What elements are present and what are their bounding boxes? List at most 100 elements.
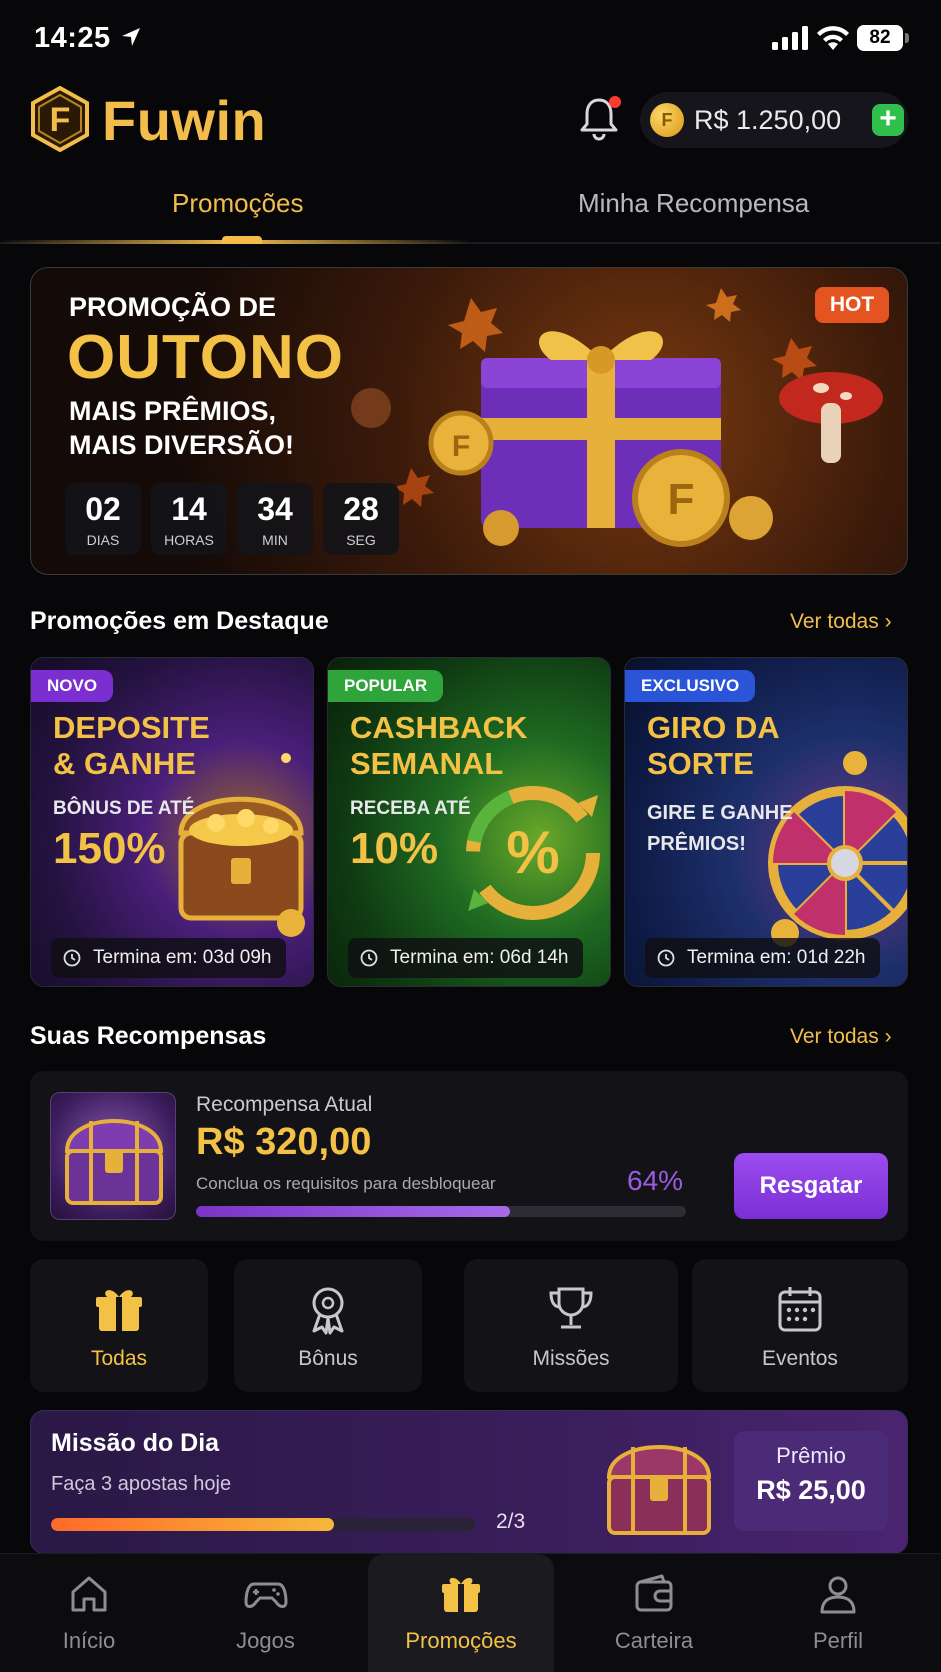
card-ends-timer: Termina em: 03d 09h xyxy=(51,938,286,978)
tab-active-indicator xyxy=(222,236,262,244)
bottom-navigation: Início Jogos Promoções Carteira Perfil xyxy=(0,1553,941,1672)
gift-icon xyxy=(96,1290,142,1331)
card-subtitle: RECEBA ATÉ xyxy=(350,798,471,819)
user-icon xyxy=(820,1576,856,1614)
reward-percent: 64% xyxy=(627,1165,684,1196)
svg-text:F: F xyxy=(452,430,470,463)
category-label: Todas xyxy=(90,1347,148,1370)
card-title: GIRO DA SORTE xyxy=(647,710,780,782)
countdown-minutes: 34 MIN xyxy=(237,483,313,555)
card-description: GIRE E GANHE PRÊMIOS! xyxy=(647,798,797,860)
treasure-chest-icon xyxy=(64,1119,164,1205)
category-bonus[interactable]: Bônus xyxy=(234,1259,422,1392)
daily-mission-card[interactable]: Missão do Dia Faça 3 apostas hoje 2/3 Pr… xyxy=(30,1410,908,1554)
mission-prize-box: Prêmio R$ 25,00 xyxy=(734,1431,888,1531)
card-ends-timer: Termina em: 06d 14h xyxy=(348,938,583,978)
card-description-line2: PRÊMIOS! xyxy=(647,833,746,855)
card-badge: POPULAR xyxy=(328,670,444,702)
card-subtitle: BÔNUS DE ATÉ xyxy=(53,798,195,819)
coin-icon: F xyxy=(650,103,684,137)
promo-card-deposite[interactable]: NOVO DEPOSITE & GANHE BÔNUS DE ATÉ 150% … xyxy=(30,657,314,987)
tab-minha-recompensa[interactable]: Minha Recompensa xyxy=(578,188,809,219)
nav-label: Jogos xyxy=(236,1628,295,1653)
tab-promocoes[interactable]: Promoções xyxy=(172,188,304,219)
category-missoes[interactable]: Missões xyxy=(464,1259,678,1392)
cellular-signal-icon xyxy=(772,26,808,50)
balance-amount: R$ 1.250,00 xyxy=(694,105,842,135)
card-title-line1: GIRO DA xyxy=(647,710,780,745)
card-title-line2: SEMANAL xyxy=(350,746,504,781)
svg-text:%: % xyxy=(506,819,559,886)
chevron-right-icon: › xyxy=(884,1025,892,1048)
nav-inicio[interactable]: Início xyxy=(0,1554,178,1672)
gift-icon xyxy=(442,1577,480,1612)
hot-badge: HOT xyxy=(815,287,889,323)
hero-tagline-line1: MAIS PRÊMIOS, xyxy=(69,396,277,426)
balance-pill[interactable]: F R$ 1.250,00 + xyxy=(640,92,908,148)
card-ends-timer: Termina em: 01d 22h xyxy=(645,938,880,978)
fuwin-logo-icon: F xyxy=(31,86,89,152)
card-ends-text: Termina em: 06d 14h xyxy=(390,947,569,968)
nav-perfil[interactable]: Perfil xyxy=(752,1554,924,1672)
see-all-label: Ver todas xyxy=(790,610,879,633)
mission-progress-text: 2/3 xyxy=(496,1510,526,1533)
countdown-unit: HORAS xyxy=(164,532,214,548)
clock-icon xyxy=(657,949,675,967)
clock-icon xyxy=(63,949,81,967)
countdown-value: 28 xyxy=(343,491,379,527)
mission-progress-bar xyxy=(51,1518,475,1531)
treasure-chest-icon xyxy=(606,1445,712,1535)
card-title-line1: DEPOSITE xyxy=(53,710,210,745)
featured-see-all-link[interactable]: Ver todas › xyxy=(790,610,892,634)
promo-card-giro[interactable]: EXCLUSIVO GIRO DA SORTE GIRE E GANHE PRÊ… xyxy=(624,657,908,987)
calendar-icon xyxy=(778,1287,822,1332)
category-todas[interactable]: Todas xyxy=(30,1259,208,1392)
countdown-seconds: 28 SEG xyxy=(323,483,399,555)
nav-label: Início xyxy=(62,1628,116,1653)
nav-carteira[interactable]: Carteira xyxy=(566,1554,742,1672)
hero-tagline-line2: MAIS DIVERSÃO! xyxy=(69,430,295,460)
mission-description: Faça 3 apostas hoje xyxy=(51,1473,232,1495)
clock-icon xyxy=(360,949,378,967)
nav-label: Promoções xyxy=(405,1628,517,1653)
card-title-line2: & GANHE xyxy=(53,746,196,781)
countdown-hours: 14 HORAS xyxy=(151,483,227,555)
card-highlight-value: 150% xyxy=(53,824,166,873)
promo-card-cashback[interactable]: % POPULAR CASHBACK SEMANAL RECEBA ATÉ 10… xyxy=(327,657,611,987)
reward-value: R$ 320,00 xyxy=(196,1121,372,1163)
chevron-right-icon: › xyxy=(884,610,892,633)
category-eventos[interactable]: Eventos xyxy=(692,1259,908,1392)
hero-title: OUTONO xyxy=(67,323,344,392)
status-bar: 14:25 82 xyxy=(0,0,941,78)
card-title: DEPOSITE & GANHE xyxy=(53,710,210,782)
nav-promocoes[interactable]: Promoções xyxy=(368,1554,554,1672)
wifi-icon xyxy=(817,26,849,50)
reward-progress-bar xyxy=(196,1206,686,1217)
battery-indicator: 82 xyxy=(857,25,903,51)
hero-banner[interactable]: F F PROMOÇÃO DE OUTONO MAIS PRÊMIOS, MAI… xyxy=(30,267,908,575)
countdown-value: 14 xyxy=(171,491,207,527)
countdown-value: 34 xyxy=(257,491,293,527)
add-funds-button[interactable]: + xyxy=(872,104,904,136)
svg-text:F: F xyxy=(50,101,71,139)
see-all-label: Ver todas xyxy=(790,1025,879,1048)
card-description-line1: GIRE E GANHE xyxy=(647,802,793,824)
hero-kicker: PROMOÇÃO DE xyxy=(69,292,277,322)
reward-label: Recompensa Atual xyxy=(196,1093,373,1116)
claim-button[interactable]: Resgatar xyxy=(734,1153,888,1219)
medal-icon xyxy=(312,1287,344,1335)
nav-jogos[interactable]: Jogos xyxy=(178,1554,353,1672)
card-badge: EXCLUSIVO xyxy=(625,670,756,702)
countdown-unit: SEG xyxy=(346,532,376,548)
rewards-title: Suas Recompensas xyxy=(30,1022,267,1050)
card-highlight-value: 10% xyxy=(350,824,439,873)
reward-progress-fill xyxy=(196,1206,510,1217)
featured-title: Promoções em Destaque xyxy=(30,607,329,635)
mission-progress-fill xyxy=(51,1518,334,1531)
prize-label: Prêmio xyxy=(776,1443,846,1468)
current-reward-panel: Recompensa Atual R$ 320,00 Conclua os re… xyxy=(30,1071,908,1241)
nav-label: Perfil xyxy=(812,1628,864,1653)
card-ends-text: Termina em: 01d 22h xyxy=(687,947,866,968)
rewards-see-all-link[interactable]: Ver todas › xyxy=(790,1025,892,1049)
countdown-unit: DIAS xyxy=(86,532,120,548)
